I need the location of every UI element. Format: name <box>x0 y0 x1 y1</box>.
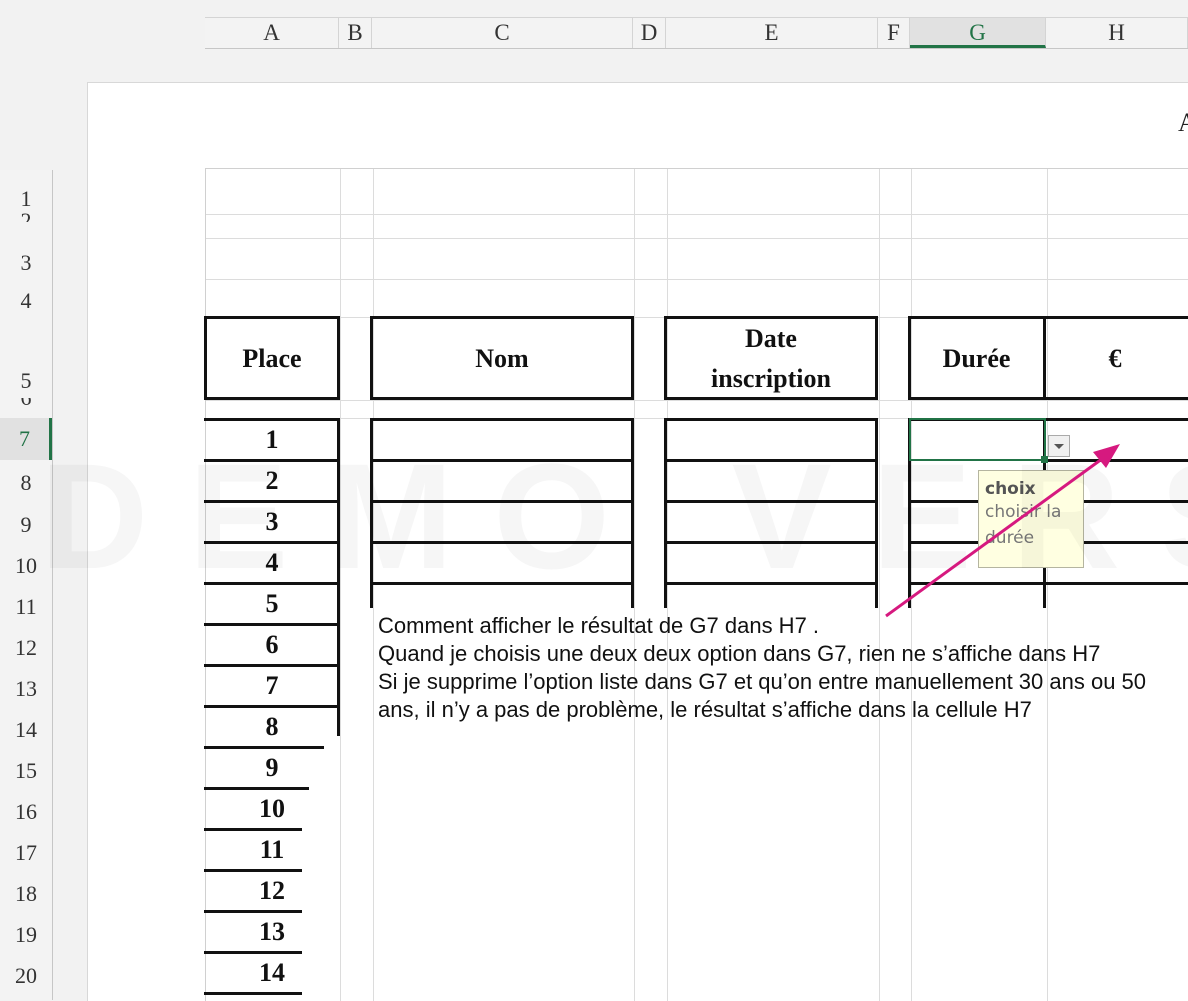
note-line-2: Quand je choisis une deux deux option da… <box>378 641 1101 666</box>
column-header-d[interactable]: D <box>633 18 666 48</box>
row-border <box>204 705 340 708</box>
row-border <box>204 992 302 995</box>
header-place-label: Place <box>242 344 302 373</box>
place-number[interactable]: 8 <box>212 712 332 742</box>
column-header-b[interactable]: B <box>339 18 372 48</box>
gridline <box>206 238 1188 239</box>
row-header-6[interactable]: 6 <box>0 398 52 410</box>
place-number[interactable]: 12 <box>212 876 332 906</box>
row-header-14[interactable]: 14 <box>0 717 52 743</box>
row-border <box>204 664 340 667</box>
row-border <box>204 869 302 872</box>
row-border <box>664 418 878 421</box>
row-header-17[interactable]: 17 <box>0 840 52 866</box>
place-number[interactable]: 13 <box>212 917 332 947</box>
row-header-15[interactable]: 15 <box>0 758 52 784</box>
column-header-c[interactable]: C <box>372 18 633 48</box>
row-header-2[interactable]: 2 <box>0 208 52 222</box>
row-header-20[interactable]: 20 <box>0 963 52 989</box>
header-duree-label: Durée <box>942 344 1011 373</box>
row-header-12[interactable]: 12 <box>0 635 52 661</box>
row-border <box>204 623 340 626</box>
row-border <box>370 418 634 421</box>
header-nom-label: Nom <box>475 344 529 373</box>
header-date-label-1: Date <box>745 324 797 353</box>
row-header-18[interactable]: 18 <box>0 881 52 907</box>
gridline <box>206 214 1188 215</box>
column-header-a[interactable]: A <box>205 18 339 48</box>
demo-watermark: DEMO VERSION <box>40 430 1188 603</box>
column-header-g[interactable]: G <box>910 18 1046 48</box>
annotation-note: Comment afficher le résultat de G7 dans … <box>378 612 1168 724</box>
column-header-bar: A B C D E F G H <box>205 17 1188 49</box>
cut-off-text: A <box>1178 108 1188 137</box>
note-line-3: Si je supprime l’option liste dans G7 et… <box>378 669 1147 722</box>
place-number[interactable]: 9 <box>212 753 332 783</box>
column-header-f[interactable]: F <box>878 18 910 48</box>
row-header-5[interactable]: 5 <box>0 368 52 394</box>
row-border <box>204 910 302 913</box>
row-header-19[interactable]: 19 <box>0 922 52 948</box>
row-border <box>204 787 309 790</box>
row-border <box>204 828 302 831</box>
place-number[interactable]: 6 <box>212 630 332 660</box>
note-line-1: Comment afficher le résultat de G7 dans … <box>378 613 820 638</box>
place-number[interactable]: 14 <box>212 958 332 988</box>
row-header-13[interactable]: 13 <box>0 676 52 702</box>
place-number[interactable]: 7 <box>212 671 332 701</box>
gridline <box>206 400 1188 401</box>
row-border <box>204 951 302 954</box>
column-header-e[interactable]: E <box>666 18 878 48</box>
place-number[interactable]: 10 <box>212 794 332 824</box>
row-header-3[interactable]: 3 <box>0 250 52 276</box>
header-date-label-2: inscription <box>711 364 831 393</box>
place-number[interactable]: 11 <box>212 835 332 865</box>
row-header-4[interactable]: 4 <box>0 288 52 314</box>
row-header-16[interactable]: 16 <box>0 799 52 825</box>
header-euro-label: € <box>1108 344 1122 373</box>
row-border <box>204 746 324 749</box>
column-header-h[interactable]: H <box>1046 18 1188 48</box>
gridline <box>206 279 1188 280</box>
row-border <box>204 418 340 421</box>
